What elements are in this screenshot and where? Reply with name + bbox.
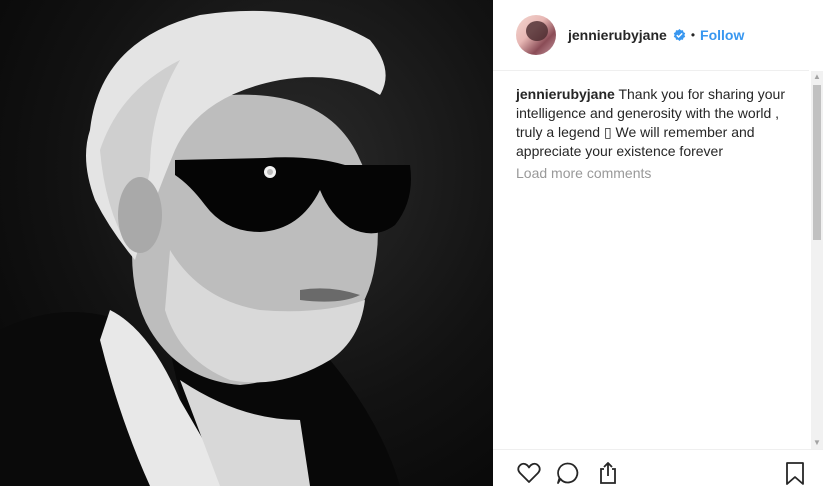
- follow-button[interactable]: Follow: [700, 27, 744, 43]
- comments-scrollbar[interactable]: ▲ ▼: [811, 71, 823, 449]
- share-icon[interactable]: [595, 460, 621, 486]
- comment-icon[interactable]: [555, 460, 581, 486]
- avatar[interactable]: [516, 15, 556, 55]
- post-username[interactable]: jennierubyjane: [568, 27, 667, 43]
- post-side-panel: jennierubyjane • Follow jennierubyjane T…: [493, 0, 823, 486]
- load-more-comments-button[interactable]: Load more comments: [516, 165, 651, 181]
- separator-dot: •: [690, 28, 696, 42]
- action-bar: [493, 449, 823, 487]
- comment-list: jennierubyjane Thank you for sharing you…: [516, 85, 788, 161]
- scroll-down-arrow-icon[interactable]: ▼: [811, 437, 823, 449]
- post-photo[interactable]: [0, 0, 493, 486]
- bookmark-icon[interactable]: [782, 460, 808, 486]
- scroll-up-arrow-icon[interactable]: ▲: [811, 71, 823, 83]
- scroll-thumb[interactable]: [813, 85, 821, 240]
- portrait-image: [0, 10, 411, 486]
- comment-username[interactable]: jennierubyjane: [516, 86, 615, 102]
- heart-icon[interactable]: [516, 460, 542, 486]
- comment-item: jennierubyjane Thank you for sharing you…: [516, 85, 788, 161]
- verified-badge-icon: [673, 28, 686, 42]
- post-header: jennierubyjane • Follow: [493, 0, 809, 71]
